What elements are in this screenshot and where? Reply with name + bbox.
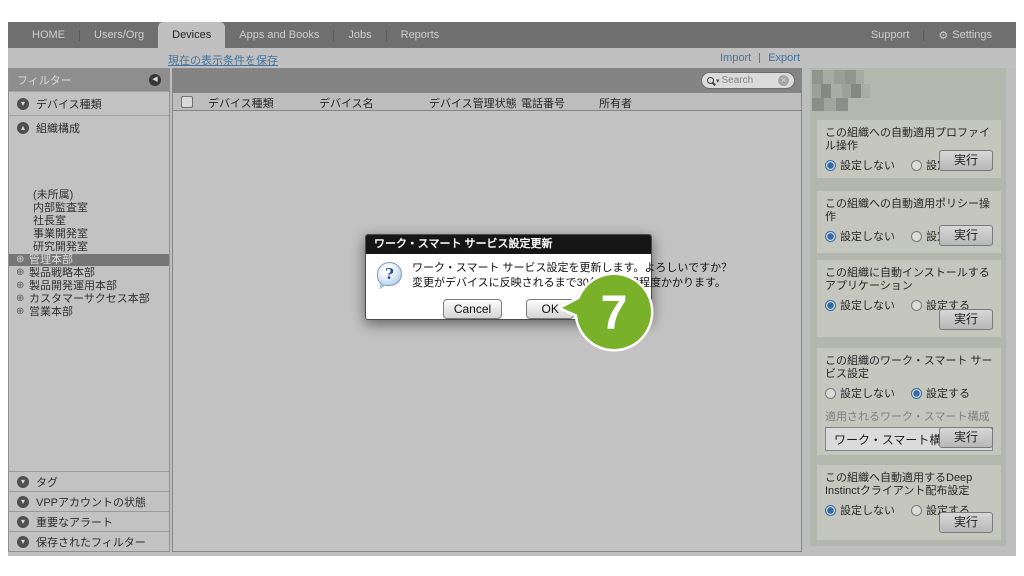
dialog-title: ワーク・スマート サービス設定更新: [366, 235, 651, 254]
step-annotation-badge: 7: [556, 262, 668, 362]
step-number: 7: [601, 287, 628, 340]
cancel-button[interactable]: Cancel: [443, 299, 502, 319]
screenshot-page: HOME Users/Org Devices Apps and Books Jo…: [0, 0, 1024, 576]
question-icon: ?: [377, 262, 402, 286]
